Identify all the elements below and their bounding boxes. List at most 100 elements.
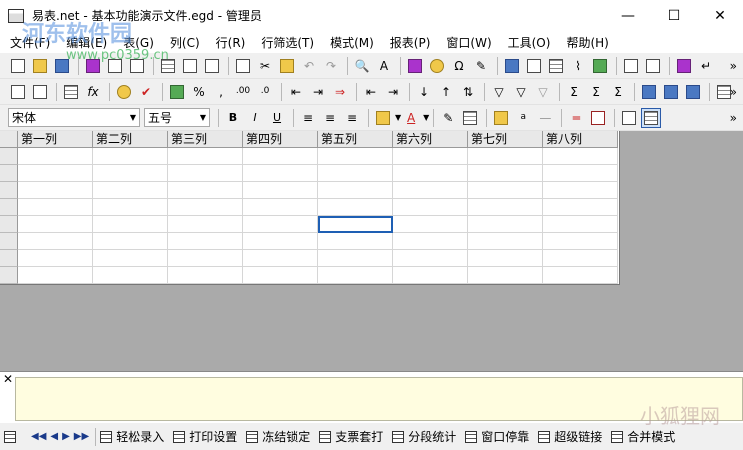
table-cell[interactable] [243,182,318,199]
table-cell[interactable] [468,148,543,165]
layout-icon[interactable] [621,56,641,76]
row-header[interactable] [0,250,18,267]
col-delete-icon[interactable]: ⇥ [383,82,403,102]
table-cell[interactable] [468,267,543,284]
currency-icon[interactable] [167,82,187,102]
row-header[interactable] [0,182,18,199]
comma-icon[interactable]: , [211,82,231,102]
maximize-button[interactable]: ☐ [651,0,697,31]
table-cell[interactable] [393,199,468,216]
table-cell[interactable] [243,250,318,267]
table-cell[interactable] [243,233,318,250]
sum-col-icon[interactable]: Σ [586,82,606,102]
column-header[interactable]: 第二列 [93,131,168,148]
status-item-hyperlink[interactable]: 超级链接 [538,428,602,445]
insert-row-icon[interactable] [8,82,28,102]
pen-icon[interactable]: ✎ [438,108,458,128]
status-item-freeze-lock[interactable]: 冻结锁定 [246,428,310,445]
prev-record-icon[interactable]: ◀ [50,431,58,442]
replace-icon[interactable]: A [374,56,394,76]
table-cell[interactable] [168,250,243,267]
sum-icon[interactable]: Σ [564,82,584,102]
card-view-icon[interactable] [619,108,639,128]
copy-icon[interactable] [233,56,253,76]
table-cell[interactable] [18,216,93,233]
note-text-area[interactable] [15,377,743,421]
clock-icon[interactable] [114,82,134,102]
sheet2-icon[interactable] [180,56,200,76]
status-item-easy-entry[interactable]: 轻松录入 [100,428,164,445]
percent-icon[interactable]: % [189,82,209,102]
table-cell[interactable] [168,165,243,182]
row-header[interactable] [0,233,18,250]
col-move-icon[interactable]: ⇒ [330,82,350,102]
toolbar-overflow-icon[interactable]: » [730,111,737,125]
table-cell[interactable] [318,182,393,199]
menu-mode[interactable]: 模式(M) [322,34,382,51]
selected-cell[interactable] [318,216,393,233]
table-cell[interactable] [18,182,93,199]
table-cell[interactable] [93,182,168,199]
attach-icon[interactable]: ⌇ [568,56,588,76]
font-color-icon[interactable]: A [401,108,421,128]
new-icon[interactable] [8,56,28,76]
table-cell[interactable] [468,165,543,182]
close-icon[interactable]: ✕ [3,372,13,386]
export-icon[interactable] [590,56,610,76]
table-cell[interactable] [243,199,318,216]
table-icon[interactable] [546,56,566,76]
table-cell[interactable] [393,148,468,165]
row-height-icon[interactable]: ═ [566,108,586,128]
book2-icon[interactable] [524,56,544,76]
sum-row-icon[interactable]: Σ [608,82,628,102]
table-cell[interactable] [393,165,468,182]
table-cell[interactable] [393,267,468,284]
menu-row-filter[interactable]: 行筛选(T) [253,34,322,51]
table-cell[interactable] [468,199,543,216]
table-cell[interactable] [543,267,618,284]
decimal-inc-icon[interactable]: .00 [233,82,253,102]
brush-icon[interactable]: ✎ [471,56,491,76]
table-cell[interactable] [93,148,168,165]
table-cell[interactable] [243,165,318,182]
panel-right-icon[interactable] [683,82,703,102]
record-icon[interactable] [61,82,81,102]
omega-icon[interactable]: Ω [449,56,469,76]
menu-report[interactable]: 报表(P) [382,34,439,51]
row-header[interactable] [0,267,18,284]
select-all-corner[interactable] [0,131,18,148]
record-view-icon[interactable] [588,108,608,128]
chart-icon[interactable] [427,56,447,76]
font-family-select[interactable]: 宋体 ▼ [8,108,140,127]
align-right-icon[interactable]: ≡ [342,108,362,128]
table-cell[interactable] [393,233,468,250]
table-cell[interactable] [18,165,93,182]
table-cell[interactable] [318,267,393,284]
column-header[interactable]: 第三列 [168,131,243,148]
toolbar-overflow-icon[interactable]: » [730,85,737,99]
redo-icon[interactable]: ↷ [321,56,341,76]
paste-icon[interactable] [277,56,297,76]
table-cell[interactable] [468,233,543,250]
sort-multi-icon[interactable]: ⇅ [458,82,478,102]
table-cell[interactable] [18,199,93,216]
toolbar-overflow-icon[interactable]: » [730,59,737,73]
table-cell[interactable] [468,250,543,267]
sheet3-icon[interactable] [202,56,222,76]
table-cell[interactable] [168,182,243,199]
table-cell[interactable] [543,233,618,250]
panel-left-icon[interactable] [639,82,659,102]
table-cell[interactable] [168,233,243,250]
monitor-icon[interactable] [502,56,522,76]
table-cell[interactable] [18,233,93,250]
sort-desc-icon[interactable]: ↑ [436,82,456,102]
last-record-icon[interactable]: ▶▶ [74,431,89,442]
text-wrap-icon[interactable]: a [513,108,533,128]
status-item-check-print[interactable]: 支票套打 [319,428,383,445]
next-record-icon[interactable]: ▶ [62,431,70,442]
panel-mid-icon[interactable] [661,82,681,102]
open-icon[interactable] [30,56,50,76]
status-item-window-dock[interactable]: 窗口停靠 [465,428,529,445]
table-cell[interactable] [543,250,618,267]
first-record-icon[interactable]: ◀◀ [31,431,46,442]
